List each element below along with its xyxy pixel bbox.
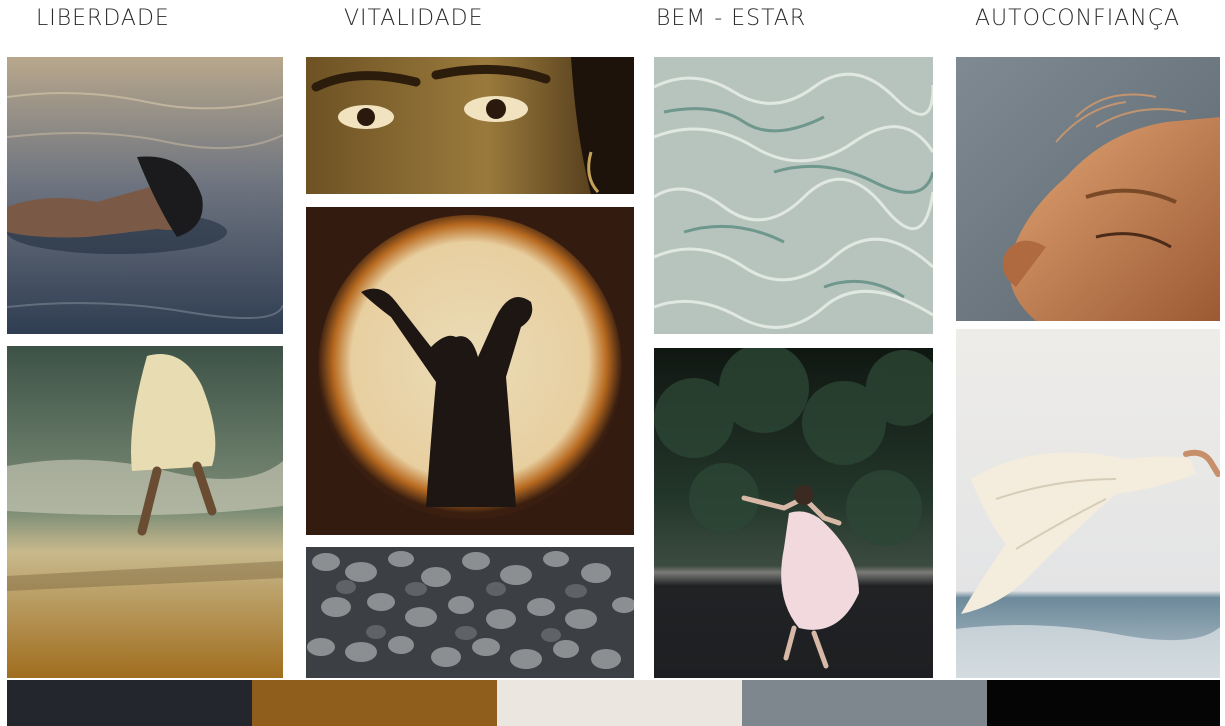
palette-swatch-cream — [497, 680, 742, 726]
photo-woman-dancing-on-road — [654, 348, 933, 678]
palette-swatch-black — [987, 680, 1220, 726]
photo-flowing-fabric-by-sea — [956, 329, 1220, 678]
heading-bem-estar: BEM - ESTAR — [656, 6, 807, 31]
palette-swatch-slate — [742, 680, 987, 726]
photo-pebbles — [306, 547, 634, 678]
palette-swatch-charcoal — [7, 680, 252, 726]
photo-woman-eyes-closeup — [306, 57, 634, 194]
photo-sunlit-face-closeup — [956, 57, 1220, 321]
photo-woman-running-on-beach — [7, 346, 283, 678]
heading-autoconfianca: AUTOCONFIANÇA — [975, 6, 1181, 31]
photo-water-surface-caustics — [654, 57, 933, 334]
heading-vitalidade: VITALIDADE — [344, 6, 484, 31]
photo-woman-floating-in-water — [7, 57, 283, 334]
photo-dancer-silhouette-in-light — [306, 207, 634, 535]
palette-swatch-ochre — [252, 680, 497, 726]
heading-liberdade: LIBERDADE — [36, 6, 170, 31]
